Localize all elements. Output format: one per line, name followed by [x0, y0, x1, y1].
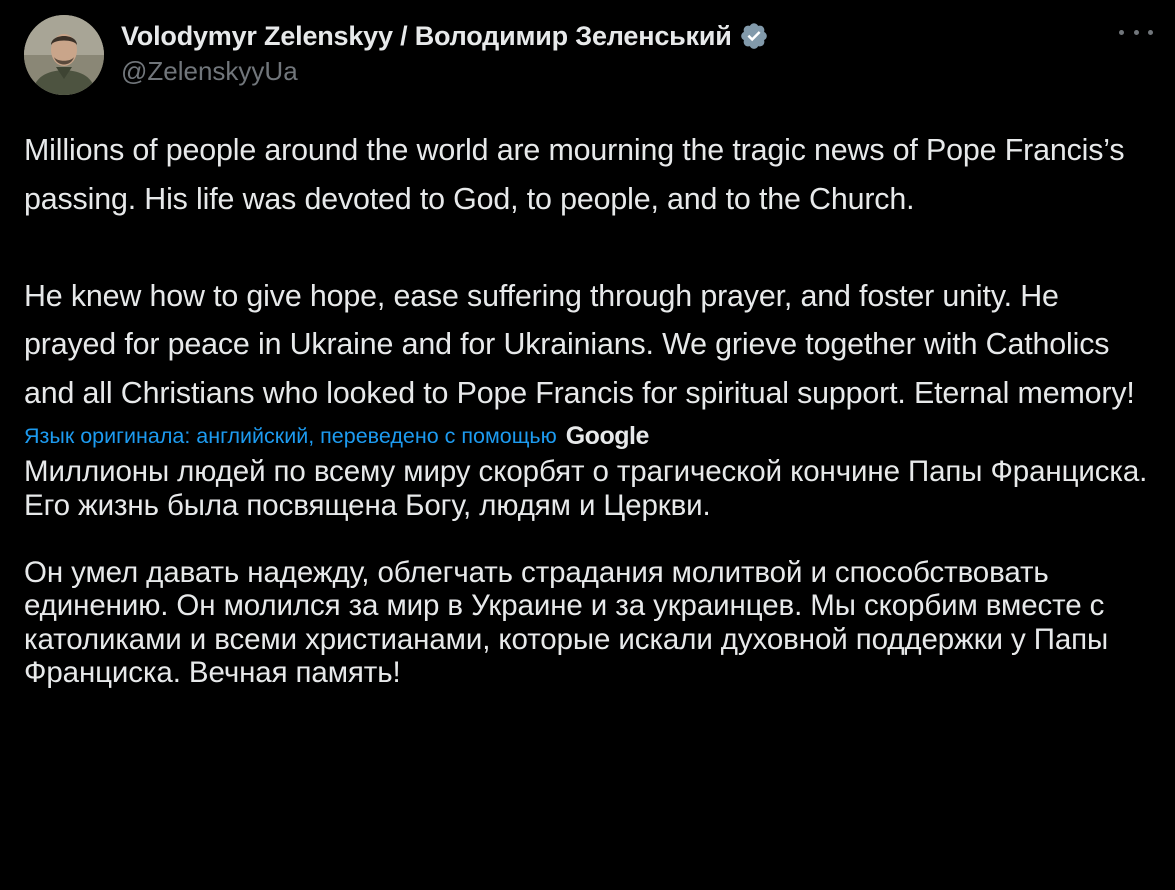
author-info: Volodymyr Zelenskyy / Володимир Зеленськ…: [121, 18, 769, 87]
dot-icon: [1119, 29, 1124, 35]
name-row: Volodymyr Zelenskyy / Володимир Зеленськ…: [121, 18, 769, 54]
tweet-card: Volodymyr Zelenskyy / Володимир Зеленськ…: [0, 0, 1175, 890]
avatar[interactable]: [24, 15, 104, 95]
author-handle[interactable]: @ZelenskyyUa: [121, 56, 769, 87]
tweet-content: Millions of people around the world are …: [24, 126, 1159, 690]
translated-paragraph: Он умел давать надежду, облегчать страда…: [24, 555, 1109, 690]
translated-text: Миллионы людей по всему миру скорбят о т…: [24, 455, 1159, 690]
more-options-icon[interactable]: [1119, 22, 1153, 42]
translated-paragraph: Миллионы людей по всему миру скорбят о т…: [24, 455, 1148, 522]
translation-notice: Язык оригинала: английский, переведено с…: [24, 417, 1159, 455]
google-logo: Google: [565, 421, 650, 450]
tweet-paragraph: He knew how to give hope, ease suffering…: [24, 278, 1135, 410]
verified-badge-icon[interactable]: [739, 21, 769, 51]
profile-photo-icon: [24, 15, 104, 95]
tweet-paragraph: Millions of people around the world are …: [24, 133, 1125, 216]
author-display-name[interactable]: Volodymyr Zelenskyy / Володимир Зеленськ…: [121, 21, 732, 52]
dot-icon: [1148, 29, 1153, 35]
translation-source-link[interactable]: Язык оригинала: английский, переведено с…: [24, 424, 557, 449]
dot-icon: [1133, 29, 1139, 35]
